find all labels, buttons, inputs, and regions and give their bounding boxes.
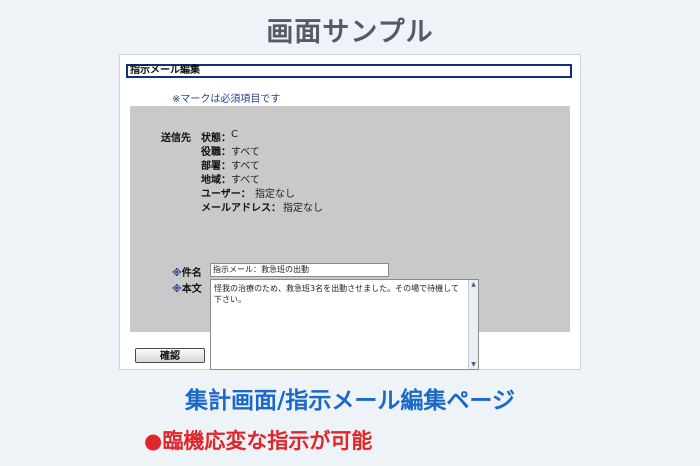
page-heading: 画面サンプル: [266, 17, 434, 48]
region-label: 地域：: [201, 175, 231, 186]
form-panel: 送信先 状態： C 役職： すべて 部署： すべて 地域： すべて ユーザー： …: [130, 106, 570, 370]
user-label: ユーザー：: [201, 189, 251, 200]
body-scrollbar[interactable]: ▲ ▼: [468, 280, 478, 369]
mail-label: メールアドレス：: [201, 203, 281, 214]
subject-required-mark: ※: [172, 268, 182, 279]
caption-main: 集計画面/指示メール編集ページ: [185, 388, 515, 414]
status-value: C: [231, 129, 238, 140]
subject-label: ※件名: [172, 264, 202, 279]
dept-value: すべて: [231, 161, 260, 172]
caption-sub: ●臨機応変な指示が可能: [144, 429, 373, 453]
status-label: 状態：: [201, 133, 231, 144]
body-label: ※本文: [172, 280, 202, 295]
body-label-text: 本文: [181, 284, 202, 295]
recipient-label: 送信先: [161, 133, 191, 144]
screenshot-frame: 指示メール編集 ※マークは必須項目です 送信先 状態： C 役職： すべて 部署…: [119, 54, 581, 370]
required-note: ※マークは必須項目です: [172, 94, 281, 105]
body-required-mark: ※: [172, 284, 182, 295]
role-label: 役職：: [201, 147, 231, 158]
subject-input[interactable]: 指示メール：救急班の出動: [210, 263, 389, 277]
body-textarea[interactable]: 怪我の治療のため、救急班3名を出動させました。その場で待機して下さい。 ▲ ▼: [210, 279, 479, 370]
mail-value: 指定なし: [283, 203, 323, 214]
role-value: すべて: [231, 147, 260, 158]
subject-label-text: 件名: [181, 268, 202, 279]
user-value: 指定なし: [255, 189, 295, 200]
window-title: 指示メール編集: [126, 64, 572, 78]
body-text: 怪我の治療のため、救急班3名を出動させました。その場で待機して下さい。: [214, 284, 459, 304]
dept-label: 部署：: [201, 161, 231, 172]
scroll-down-arrow-icon[interactable]: ▼: [469, 360, 478, 369]
confirm-button[interactable]: 確認: [135, 348, 205, 363]
region-value: すべて: [231, 175, 260, 186]
scroll-up-arrow-icon[interactable]: ▲: [469, 280, 478, 289]
